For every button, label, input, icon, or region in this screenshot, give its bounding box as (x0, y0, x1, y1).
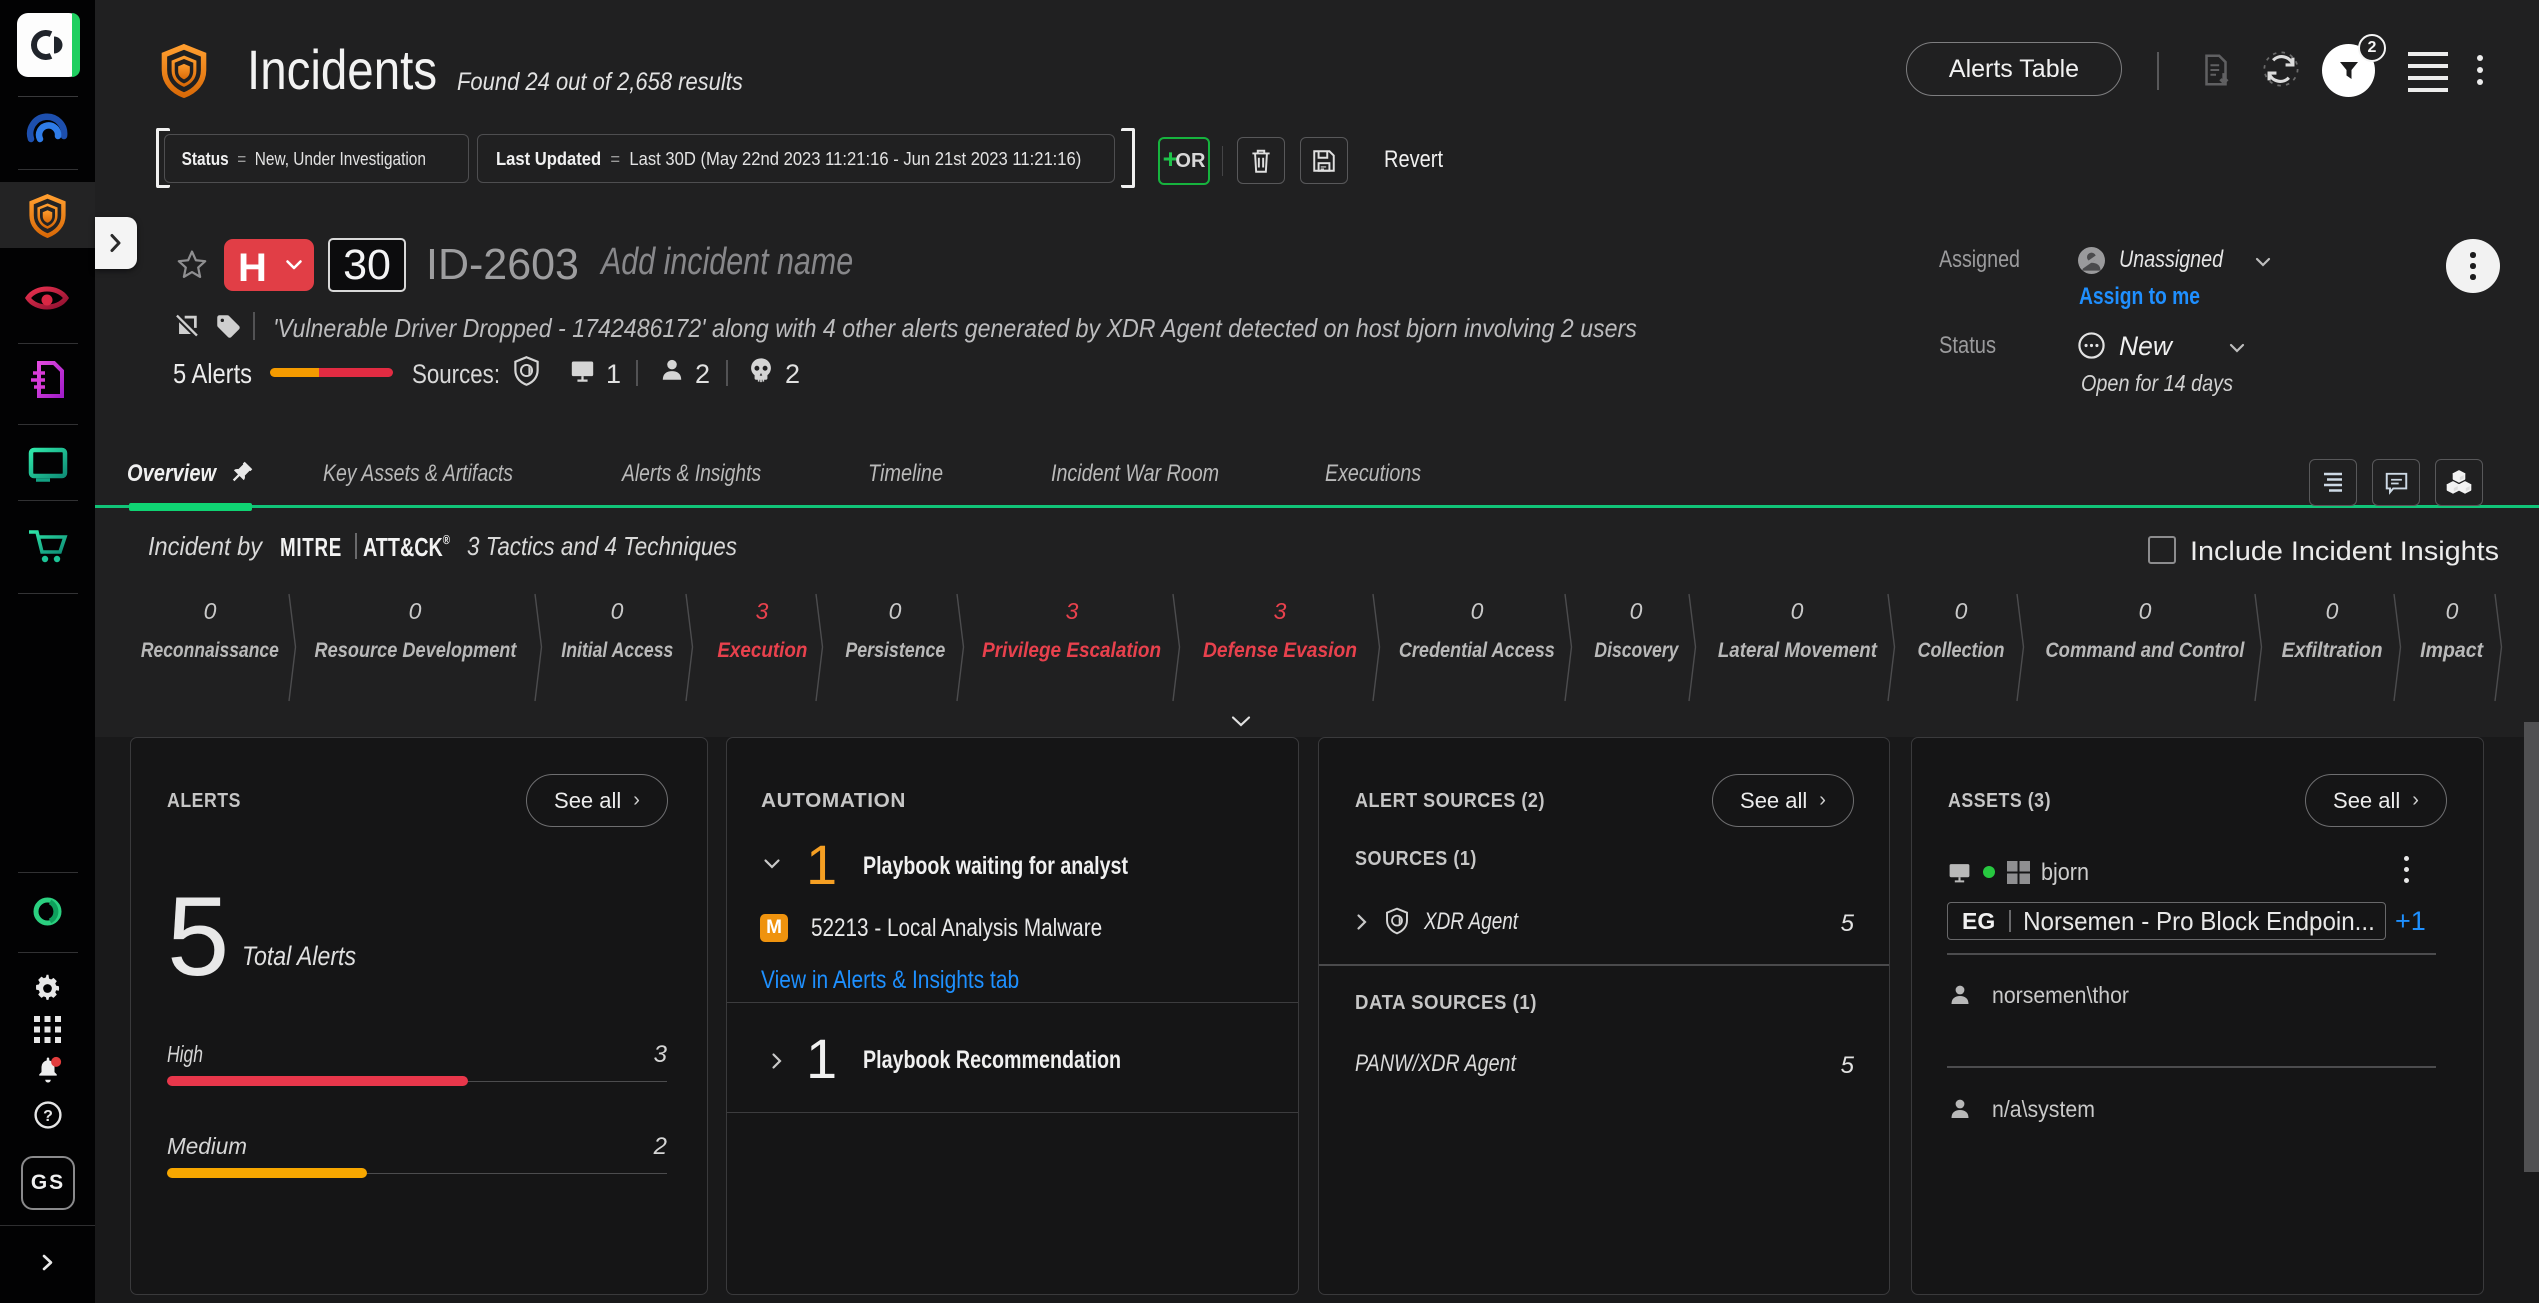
svg-text:?: ? (43, 1108, 53, 1125)
